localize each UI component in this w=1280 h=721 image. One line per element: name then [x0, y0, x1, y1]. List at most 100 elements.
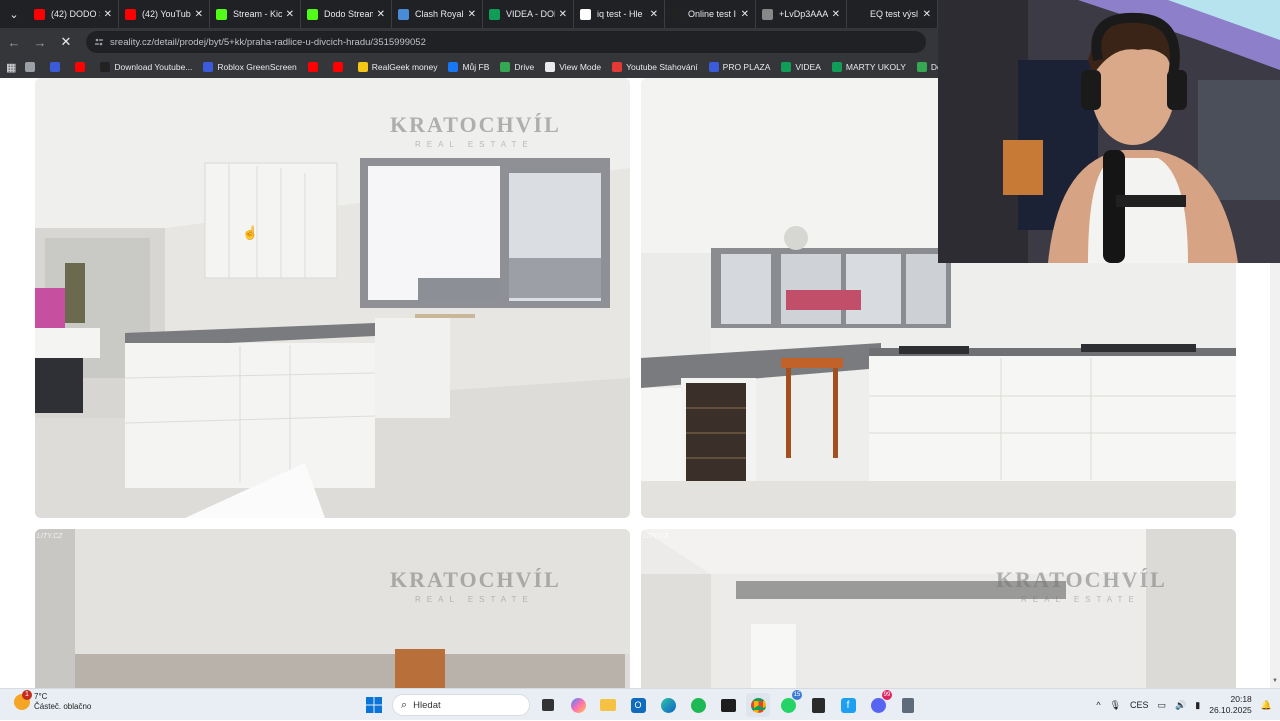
browser-tab[interactable]: +LvDp3AAA ✕	[756, 0, 847, 28]
stop-loading-icon[interactable]: ✕	[54, 30, 78, 54]
tab-search-icon[interactable]: ⌄	[0, 0, 28, 28]
chrome-icon[interactable]	[746, 693, 770, 717]
tab-close-icon[interactable]: ✕	[468, 9, 476, 20]
bookmark-favicon-icon	[100, 62, 111, 72]
bookmark-item[interactable]: Drive	[500, 62, 534, 72]
tab-favicon-icon	[671, 8, 682, 20]
outlook-icon[interactable]: O	[626, 693, 650, 717]
tab-favicon-icon	[34, 8, 45, 20]
tab-close-icon[interactable]: ✕	[286, 9, 294, 20]
whatsapp-badge: 15	[792, 690, 802, 700]
browser-tab[interactable]: Stream - Kic ✕	[210, 0, 301, 28]
windows-taskbar: 1 7°C Částeč. oblačno ⌕ Hledat O 15 f 99…	[0, 688, 1280, 720]
notifications-icon[interactable]: 🔔	[1261, 700, 1272, 711]
edge-icon[interactable]	[656, 693, 680, 717]
facebook-icon[interactable]: f	[836, 693, 860, 717]
copilot-icon[interactable]	[566, 693, 590, 717]
clock[interactable]: 20:18 26.10.2025	[1209, 694, 1252, 716]
back-icon[interactable]: ←	[2, 30, 26, 54]
bookmark-item[interactable]: MARTY UKOLY	[831, 62, 906, 72]
bookmark-item[interactable]: PRO PLAZA	[708, 62, 770, 72]
tab-close-icon[interactable]: ✕	[559, 9, 567, 20]
clock-date: 26.10.2025	[1209, 705, 1252, 715]
tab-close-icon[interactable]: ✕	[923, 9, 931, 20]
bookmark-favicon-icon	[545, 62, 556, 72]
whatsapp-icon[interactable]: 15	[776, 690, 802, 717]
network-icon[interactable]: ▭	[1158, 700, 1167, 711]
tab-title: EQ test výsl	[870, 9, 919, 19]
taskbar-search-input[interactable]: ⌕ Hledat	[392, 694, 530, 716]
gallery-photo-1[interactable]: KRATOCHVÍL REAL ESTATE ☝	[35, 78, 630, 518]
watermark-subtitle: REAL ESTATE	[1021, 595, 1140, 604]
browser-tab[interactable]: Dodo Stream ✕	[301, 0, 392, 28]
bookmark-item[interactable]: Youtube Stahování	[612, 62, 698, 72]
photo-source-tag: LITY.CZ	[37, 533, 63, 540]
tab-title: Online test I	[688, 9, 737, 19]
watermark-subtitle: REAL ESTATE	[415, 595, 534, 604]
bookmark-favicon-icon	[307, 62, 318, 72]
url-text: sreality.cz/detail/prodej/byt/5+kk/praha…	[110, 36, 426, 48]
watermark-logo: KRATOCHVÍL	[390, 112, 561, 137]
tab-favicon-icon	[125, 8, 136, 20]
bookmark-favicon-icon	[708, 62, 719, 72]
browser-tab[interactable]: (42) DODO S ✕	[28, 0, 119, 28]
kitchen-photo-1	[35, 78, 630, 518]
watermark-logo: KRATOCHVÍL	[996, 567, 1167, 592]
tab-close-icon[interactable]: ✕	[377, 9, 385, 20]
tab-close-icon[interactable]: ✕	[741, 9, 749, 20]
forward-icon[interactable]: →	[28, 30, 52, 54]
bookmark-item[interactable]: Roblox GreenScreen	[203, 62, 297, 72]
bookmark-label: RealGeek money	[371, 62, 438, 72]
bookmark-favicon-icon	[75, 62, 86, 72]
microphone-icon[interactable]: 🎙	[1110, 700, 1121, 711]
bookmark-item[interactable]	[25, 62, 39, 72]
browser-tab[interactable]: EQ test výsl ✕	[847, 0, 938, 28]
interior-photo-3	[35, 529, 630, 688]
bookmark-item[interactable]	[75, 62, 89, 72]
bookmark-item[interactable]: Můj FB	[448, 62, 489, 72]
webcam-overlay	[938, 0, 1280, 263]
bookmark-item[interactable]	[50, 62, 64, 72]
site-info-icon[interactable]	[94, 37, 104, 47]
bookmark-item[interactable]: VIDEA	[781, 62, 821, 72]
tab-title: Dodo Stream	[324, 9, 373, 19]
discord-icon[interactable]: 99	[866, 690, 892, 717]
input-language[interactable]: CES	[1130, 700, 1149, 710]
browser-tab[interactable]: (42) YouTube ✕	[119, 0, 210, 28]
gallery-photo-3[interactable]: LITY.CZ KRATOCHVÍL REAL ESTATE	[35, 529, 630, 688]
browser-tab[interactable]: Clash Royale ✕	[392, 0, 483, 28]
bookmark-item[interactable]	[332, 62, 347, 72]
browser-tab[interactable]: VIDEA - DOD ✕	[483, 0, 574, 28]
browser-tab[interactable]: Online test I ✕	[665, 0, 756, 28]
clock-time: 20:18	[1230, 694, 1252, 704]
tab-close-icon[interactable]: ✕	[104, 9, 112, 20]
bookmark-item[interactable]: View Mode	[545, 62, 601, 72]
terminal-icon[interactable]	[716, 693, 740, 717]
battery-icon[interactable]: ▮	[1195, 700, 1200, 711]
calculator-icon[interactable]	[896, 693, 920, 717]
search-placeholder: Hledat	[413, 699, 441, 711]
tab-close-icon[interactable]: ✕	[650, 9, 658, 20]
tab-favicon-icon	[307, 8, 318, 20]
bookmark-item[interactable]: Dodo videa	[916, 62, 938, 72]
browser-tab[interactable]: iq test - Hle ✕	[574, 0, 665, 28]
tab-title: +LvDp3AAA	[779, 9, 828, 19]
apps-grid-icon[interactable]: ▦	[6, 61, 16, 74]
bookmark-item[interactable]: Download Youtube...	[100, 62, 192, 72]
show-hidden-icons-icon[interactable]: ^	[1096, 700, 1100, 710]
task-view-icon[interactable]	[536, 693, 560, 717]
gallery-photo-4[interactable]: LITY.CZ KRATOCHVÍL REAL ESTATE	[641, 529, 1236, 688]
volume-icon[interactable]: 🔊	[1175, 700, 1186, 711]
bookmark-item[interactable]	[307, 62, 322, 72]
epic-games-icon[interactable]	[806, 693, 830, 717]
scroll-down-icon[interactable]: ▼	[1270, 676, 1280, 686]
weather-widget[interactable]: 1 7°C Částeč. oblačno	[14, 690, 91, 712]
windows-start-icon[interactable]	[362, 693, 386, 717]
spotify-icon[interactable]	[686, 693, 710, 717]
tab-close-icon[interactable]: ✕	[195, 9, 203, 20]
bookmark-item[interactable]: RealGeek money	[357, 62, 438, 72]
tab-title: (42) YouTube	[142, 9, 191, 19]
address-bar[interactable]: sreality.cz/detail/prodej/byt/5+kk/praha…	[86, 31, 926, 53]
file-explorer-icon[interactable]	[596, 693, 620, 717]
tab-close-icon[interactable]: ✕	[832, 9, 840, 20]
